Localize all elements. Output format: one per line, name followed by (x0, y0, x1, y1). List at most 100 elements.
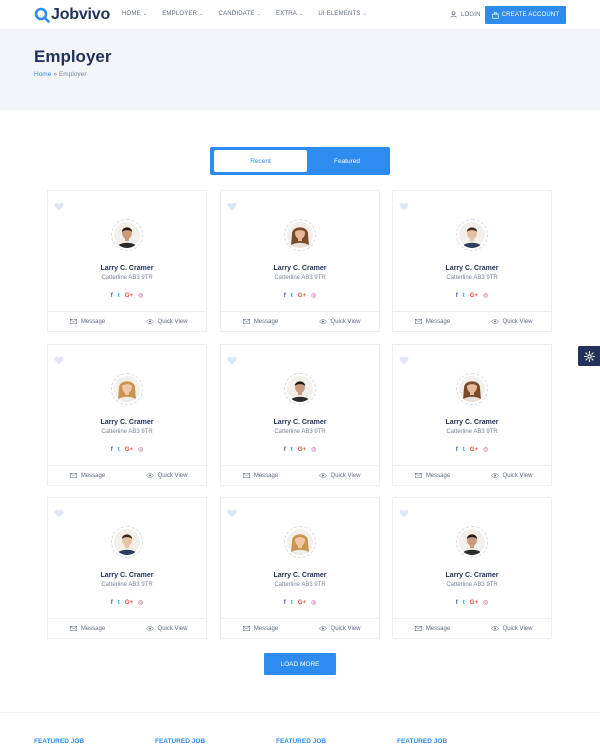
employer-name[interactable]: Larry C. Cramer (48, 419, 206, 426)
tab-featured[interactable]: Featured (307, 150, 387, 172)
instagram-icon[interactable]: ◎ (483, 293, 488, 300)
heart-icon[interactable] (399, 356, 409, 365)
message-button[interactable]: Message (48, 312, 127, 331)
instagram-icon[interactable]: ◎ (138, 600, 143, 607)
employer-card[interactable]: Larry C. Cramer Catterline AB3 9TR f t G… (47, 190, 207, 332)
create-account-button[interactable]: CREATE ACCOUNT (485, 6, 566, 24)
quick-view-button[interactable]: Quick View (127, 619, 206, 638)
avatar[interactable] (284, 526, 316, 558)
avatar[interactable] (456, 373, 488, 405)
instagram-icon[interactable]: ◎ (138, 447, 143, 454)
instagram-icon[interactable]: ◎ (138, 293, 143, 300)
employer-card[interactable]: Larry C. Cramer Catterline AB3 9TR f t G… (47, 344, 207, 486)
twitter-icon[interactable]: t (463, 293, 465, 300)
nav-employer[interactable]: EMPLOYER ⌄ (162, 11, 203, 17)
employer-name[interactable]: Larry C. Cramer (48, 572, 206, 579)
facebook-icon[interactable]: f (284, 447, 286, 454)
twitter-icon[interactable]: t (463, 447, 465, 454)
quick-view-button[interactable]: Quick View (472, 312, 551, 331)
twitter-icon[interactable]: t (463, 600, 465, 607)
settings-button[interactable] (578, 346, 600, 366)
employer-name[interactable]: Larry C. Cramer (393, 419, 551, 426)
facebook-icon[interactable]: f (284, 293, 286, 300)
employer-card[interactable]: Larry C. Cramer Catterline AB3 9TR f t G… (47, 497, 207, 639)
message-button[interactable]: Message (48, 466, 127, 485)
facebook-icon[interactable]: f (111, 600, 113, 607)
message-button[interactable]: Message (393, 312, 472, 331)
quick-view-button[interactable]: Quick View (127, 466, 206, 485)
instagram-icon[interactable]: ◎ (483, 447, 488, 454)
facebook-icon[interactable]: f (456, 447, 458, 454)
login-link[interactable]: LOGIN (450, 11, 481, 18)
nav-candidate[interactable]: CANDIDATE ⌄ (219, 11, 261, 17)
instagram-icon[interactable]: ◎ (311, 447, 316, 454)
message-button[interactable]: Message (393, 619, 472, 638)
heart-icon[interactable] (227, 356, 237, 365)
google-plus-icon[interactable]: G+ (470, 293, 478, 300)
quick-view-button[interactable]: Quick View (300, 619, 379, 638)
message-button[interactable]: Message (221, 466, 300, 485)
heart-icon[interactable] (54, 202, 64, 211)
breadcrumb-home[interactable]: Home (34, 71, 51, 78)
facebook-icon[interactable]: f (111, 447, 113, 454)
instagram-icon[interactable]: ◎ (311, 600, 316, 607)
heart-icon[interactable] (399, 509, 409, 518)
avatar[interactable] (284, 373, 316, 405)
employer-card[interactable]: Larry C. Cramer Catterline AB3 9TR f t G… (220, 497, 380, 639)
google-plus-icon[interactable]: G+ (298, 600, 306, 607)
google-plus-icon[interactable]: G+ (298, 447, 306, 454)
facebook-icon[interactable]: f (456, 293, 458, 300)
google-plus-icon[interactable]: G+ (125, 293, 133, 300)
employer-name[interactable]: Larry C. Cramer (221, 265, 379, 272)
logo[interactable]: Jobvivo (34, 6, 110, 24)
google-plus-icon[interactable]: G+ (125, 600, 133, 607)
google-plus-icon[interactable]: G+ (470, 447, 478, 454)
quick-view-button[interactable]: Quick View (127, 312, 206, 331)
google-plus-icon[interactable]: G+ (298, 293, 306, 300)
twitter-icon[interactable]: t (291, 447, 293, 454)
employer-card[interactable]: Larry C. Cramer Catterline AB3 9TR f t G… (220, 344, 380, 486)
load-more-button[interactable]: LOAD MORE (264, 653, 336, 675)
facebook-icon[interactable]: f (284, 600, 286, 607)
twitter-icon[interactable]: t (291, 293, 293, 300)
instagram-icon[interactable]: ◎ (311, 293, 316, 300)
employer-name[interactable]: Larry C. Cramer (393, 572, 551, 579)
quick-view-button[interactable]: Quick View (300, 466, 379, 485)
quick-view-button[interactable]: Quick View (300, 312, 379, 331)
employer-card[interactable]: Larry C. Cramer Catterline AB3 9TR f t G… (392, 497, 552, 639)
nav-home[interactable]: HOME ⌄ (122, 11, 147, 17)
facebook-icon[interactable]: f (111, 293, 113, 300)
google-plus-icon[interactable]: G+ (125, 447, 133, 454)
avatar[interactable] (111, 526, 143, 558)
avatar[interactable] (111, 373, 143, 405)
message-button[interactable]: Message (48, 619, 127, 638)
heart-icon[interactable] (54, 509, 64, 518)
twitter-icon[interactable]: t (118, 447, 120, 454)
twitter-icon[interactable]: t (291, 600, 293, 607)
message-button[interactable]: Message (221, 312, 300, 331)
quick-view-button[interactable]: Quick View (472, 619, 551, 638)
employer-card[interactable]: Larry C. Cramer Catterline AB3 9TR f t G… (220, 190, 380, 332)
heart-icon[interactable] (399, 202, 409, 211)
employer-name[interactable]: Larry C. Cramer (221, 572, 379, 579)
employer-card[interactable]: Larry C. Cramer Catterline AB3 9TR f t G… (392, 190, 552, 332)
heart-icon[interactable] (54, 356, 64, 365)
avatar[interactable] (111, 219, 143, 251)
twitter-icon[interactable]: t (118, 293, 120, 300)
message-button[interactable]: Message (393, 466, 472, 485)
avatar[interactable] (456, 526, 488, 558)
employer-name[interactable]: Larry C. Cramer (48, 265, 206, 272)
twitter-icon[interactable]: t (118, 600, 120, 607)
instagram-icon[interactable]: ◎ (483, 600, 488, 607)
nav-ui-elements[interactable]: UI ELEMENTS ⌄ (318, 11, 367, 17)
tab-recent[interactable]: Recent (214, 150, 307, 172)
heart-icon[interactable] (227, 202, 237, 211)
avatar[interactable] (456, 219, 488, 251)
employer-card[interactable]: Larry C. Cramer Catterline AB3 9TR f t G… (392, 344, 552, 486)
google-plus-icon[interactable]: G+ (470, 600, 478, 607)
employer-name[interactable]: Larry C. Cramer (393, 265, 551, 272)
heart-icon[interactable] (227, 509, 237, 518)
avatar[interactable] (284, 219, 316, 251)
facebook-icon[interactable]: f (456, 600, 458, 607)
employer-name[interactable]: Larry C. Cramer (221, 419, 379, 426)
